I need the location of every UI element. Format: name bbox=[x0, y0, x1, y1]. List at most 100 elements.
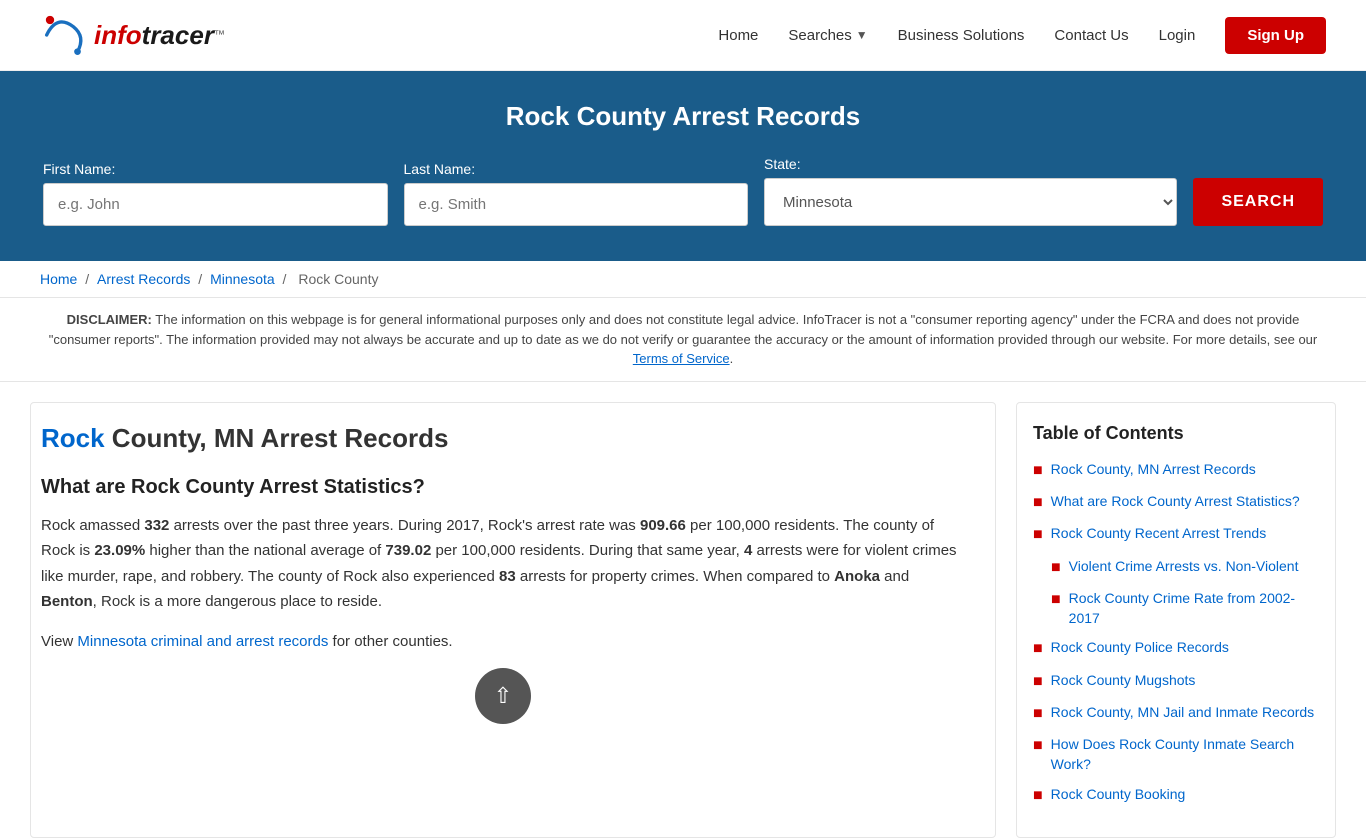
toc-bullet: ■ bbox=[1033, 524, 1043, 546]
article-heading: Rock County, MN Arrest Records bbox=[41, 423, 965, 454]
main-nav: Home Searches ▼ Business Solutions Conta… bbox=[718, 17, 1326, 54]
toc-list: ■ Rock County, MN Arrest Records ■ What are… bbox=[1033, 460, 1319, 808]
view-text: View bbox=[41, 633, 77, 650]
toc-item: ■ Rock County, MN Arrest Records bbox=[1033, 460, 1319, 482]
article-heading-rest: County, MN Arrest Records bbox=[105, 423, 449, 453]
stats-benton: Benton bbox=[41, 593, 93, 610]
breadcrumb-sep1: / bbox=[85, 271, 93, 287]
disclaimer-tos-link[interactable]: Terms of Service bbox=[633, 351, 730, 366]
disclaimer: DISCLAIMER: The information on this webp… bbox=[0, 298, 1366, 382]
toc-sidebar: Table of Contents ■Rock County, MN Arres… bbox=[1016, 402, 1336, 838]
breadcrumb-minnesota[interactable]: Minnesota bbox=[210, 271, 275, 287]
stats-p-end3: per 100,000 residents. During that same … bbox=[431, 542, 744, 559]
toc-link[interactable]: How Does Rock County Inmate Search Work? bbox=[1051, 735, 1319, 774]
toc-link[interactable]: Rock County Booking bbox=[1051, 785, 1186, 805]
main-content: Rock County, MN Arrest Records What are … bbox=[0, 402, 1366, 838]
back-to-top: ⇧ bbox=[41, 668, 965, 724]
stats-739: 739.02 bbox=[385, 542, 431, 559]
last-name-label: Last Name: bbox=[404, 161, 749, 177]
toc-item: ■ Rock County Mugshots bbox=[1033, 671, 1319, 693]
toc-link[interactable]: Rock County Recent Arrest Trends bbox=[1051, 524, 1267, 544]
toc-item: ■ How Does Rock County Inmate Search Work… bbox=[1033, 735, 1319, 774]
toc-item: ■ Rock County Police Records bbox=[1033, 638, 1319, 660]
article-heading-highlight: Rock bbox=[41, 423, 105, 453]
toc-link[interactable]: Rock County Police Records bbox=[1051, 638, 1229, 658]
toc-item: ■ Violent Crime Arrests vs. Non-Violent bbox=[1051, 557, 1319, 579]
stats-p-after: arrests over the past three years. Durin… bbox=[169, 517, 640, 534]
nav-contact-us[interactable]: Contact Us bbox=[1054, 27, 1128, 44]
breadcrumb-rock-county: Rock County bbox=[298, 271, 378, 287]
toc-bullet: ■ bbox=[1033, 671, 1043, 693]
toc-bullet: ■ bbox=[1051, 589, 1061, 611]
breadcrumb-arrest-records[interactable]: Arrest Records bbox=[97, 271, 190, 287]
login-button[interactable]: Login bbox=[1159, 27, 1196, 44]
toc-bullet: ■ bbox=[1033, 460, 1043, 482]
stats-23: 23.09% bbox=[94, 542, 145, 559]
breadcrumb-sep3: / bbox=[283, 271, 291, 287]
state-select[interactable]: AlabamaAlaskaArizonaArkansasCaliforniaCo… bbox=[764, 178, 1177, 226]
stats-p-end6: , Rock is a more dangerous place to resi… bbox=[93, 593, 382, 610]
logo-info: info bbox=[94, 20, 142, 50]
toc-link[interactable]: Violent Crime Arrests vs. Non-Violent bbox=[1069, 557, 1299, 577]
state-group: State: AlabamaAlaskaArizonaArkansasCalif… bbox=[764, 156, 1177, 226]
toc-link[interactable]: What are Rock County Arrest Statistics? bbox=[1051, 492, 1300, 512]
last-name-group: Last Name: bbox=[404, 161, 749, 226]
view-paragraph: View Minnesota criminal and arrest recor… bbox=[41, 629, 965, 655]
article: Rock County, MN Arrest Records What are … bbox=[30, 402, 996, 838]
toc-bullet: ■ bbox=[1033, 492, 1043, 514]
mn-records-link[interactable]: Minnesota criminal and arrest records bbox=[77, 633, 328, 650]
breadcrumb-home[interactable]: Home bbox=[40, 271, 77, 287]
signup-button[interactable]: Sign Up bbox=[1225, 17, 1326, 54]
stats-83: 83 bbox=[499, 568, 516, 585]
logo[interactable]: infotracer™ bbox=[40, 10, 225, 60]
stats-909: 909.66 bbox=[640, 517, 686, 534]
state-label: State: bbox=[764, 156, 1177, 172]
toc-item: ■ Rock County, MN Jail and Inmate Records bbox=[1033, 703, 1319, 725]
last-name-input[interactable] bbox=[404, 183, 749, 226]
toc-link[interactable]: Rock County Mugshots bbox=[1051, 671, 1196, 691]
breadcrumb-sep2: / bbox=[198, 271, 206, 287]
stats-332: 332 bbox=[144, 517, 169, 534]
stats-p-end5: arrests for property crimes. When compar… bbox=[516, 568, 834, 585]
view-end: for other counties. bbox=[328, 633, 452, 650]
toc-item: ■ What are Rock County Arrest Statistics? bbox=[1033, 492, 1319, 514]
disclaimer-end: . bbox=[730, 351, 734, 366]
toc-bullet: ■ bbox=[1051, 557, 1061, 579]
search-form: First Name: Last Name: State: AlabamaAla… bbox=[43, 156, 1323, 226]
breadcrumb: Home / Arrest Records / Minnesota / Rock… bbox=[0, 261, 1366, 298]
nav-searches-link[interactable]: Searches bbox=[788, 27, 851, 44]
disclaimer-text: The information on this webpage is for g… bbox=[49, 312, 1318, 347]
stats-p-before: Rock amassed bbox=[41, 517, 144, 534]
stats-and: and bbox=[880, 568, 909, 585]
toc-link[interactable]: Rock County, MN Jail and Inmate Records bbox=[1051, 703, 1315, 723]
logo-tracer: tracer bbox=[142, 20, 214, 50]
header: infotracer™ Home Searches ▼ Business Sol… bbox=[0, 0, 1366, 71]
first-name-label: First Name: bbox=[43, 161, 388, 177]
first-name-group: First Name: bbox=[43, 161, 388, 226]
first-name-input[interactable] bbox=[43, 183, 388, 226]
toc-bullet: ■ bbox=[1033, 703, 1043, 725]
stats-anoka: Anoka bbox=[834, 568, 880, 585]
nav-searches[interactable]: Searches ▼ bbox=[788, 27, 867, 44]
logo-icon bbox=[40, 10, 90, 60]
search-button[interactable]: SEARCH bbox=[1193, 178, 1323, 226]
toc-bullet: ■ bbox=[1033, 735, 1043, 757]
stats-heading: What are Rock County Arrest Statistics? bbox=[41, 476, 965, 499]
nav-home[interactable]: Home bbox=[718, 27, 758, 44]
disclaimer-label: DISCLAIMER: bbox=[67, 312, 152, 327]
hero-section: Rock County Arrest Records First Name: L… bbox=[0, 71, 1366, 261]
toc-item: ■ Rock County Booking bbox=[1033, 785, 1319, 807]
toc-link[interactable]: Rock County, MN Arrest Records bbox=[1051, 460, 1256, 480]
toc-item: ■ Rock County Recent Arrest Trends bbox=[1033, 524, 1319, 546]
logo-tm: ™ bbox=[214, 29, 225, 41]
toc-bullet: ■ bbox=[1033, 638, 1043, 660]
nav-business-solutions[interactable]: Business Solutions bbox=[898, 27, 1025, 44]
hero-title: Rock County Arrest Records bbox=[40, 101, 1326, 132]
toc-item: ■ Rock County Crime Rate from 2002-2017 bbox=[1051, 589, 1319, 628]
stats-paragraph: Rock amassed 332 arrests over the past t… bbox=[41, 513, 965, 615]
back-to-top-button[interactable]: ⇧ bbox=[475, 668, 531, 724]
stats-p-end2: higher than the national average of bbox=[145, 542, 385, 559]
toc-link[interactable]: Rock County Crime Rate from 2002-2017 bbox=[1069, 589, 1319, 628]
chevron-down-icon: ▼ bbox=[856, 28, 868, 42]
toc-bullet: ■ bbox=[1033, 785, 1043, 807]
